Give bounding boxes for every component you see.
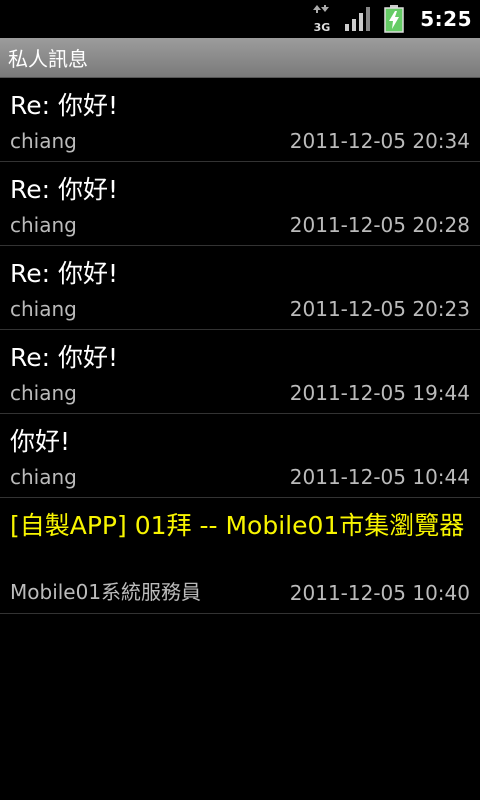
message-date: 2011-12-05 10:44 — [289, 465, 470, 489]
message-sender: chiang — [10, 213, 77, 237]
message-sender: chiang — [10, 129, 77, 153]
message-sender: chiang — [10, 381, 77, 405]
message-date: 2011-12-05 10:40 — [289, 581, 470, 605]
status-icons: 3G 5:25 — [310, 0, 480, 38]
message-sender: chiang — [10, 297, 77, 321]
signal-strength-icon — [345, 7, 371, 31]
message-item[interactable]: Re: 你好! chiang 2011-12-05 20:23 — [0, 246, 480, 330]
message-item[interactable]: [自製APP] 01拜 -- Mobile01市集瀏覽器 Mobile01系統服… — [0, 498, 480, 614]
status-bar: 3G 5:25 — [0, 0, 480, 38]
message-date: 2011-12-05 20:28 — [289, 213, 470, 237]
message-subject: [自製APP] 01拜 -- Mobile01市集瀏覽器 — [10, 511, 465, 540]
message-subject: 你好! — [10, 427, 71, 456]
battery-charging-icon — [384, 5, 404, 33]
message-sender: Mobile01系統服務員 — [10, 580, 202, 604]
message-list: Re: 你好! chiang 2011-12-05 20:34 Re: 你好! … — [0, 78, 480, 614]
message-item[interactable]: Re: 你好! chiang 2011-12-05 20:34 — [0, 78, 480, 162]
message-subject: Re: 你好! — [10, 91, 119, 120]
page-title: 私人訊息 — [8, 47, 88, 71]
title-bar: 私人訊息 — [0, 38, 480, 78]
message-item[interactable]: 你好! chiang 2011-12-05 10:44 — [0, 414, 480, 498]
message-date: 2011-12-05 19:44 — [289, 381, 470, 405]
message-subject: Re: 你好! — [10, 259, 119, 288]
message-date: 2011-12-05 20:34 — [289, 129, 470, 153]
message-sender: chiang — [10, 465, 77, 489]
message-item[interactable]: Re: 你好! chiang 2011-12-05 20:28 — [0, 162, 480, 246]
message-item[interactable]: Re: 你好! chiang 2011-12-05 19:44 — [0, 330, 480, 414]
network-type-label: 3G — [314, 21, 331, 34]
message-subject: Re: 你好! — [10, 343, 119, 372]
message-date: 2011-12-05 20:23 — [289, 297, 470, 321]
message-subject: Re: 你好! — [10, 175, 119, 204]
data-arrows-icon: 3G — [313, 5, 331, 34]
clock: 5:25 — [420, 7, 472, 31]
